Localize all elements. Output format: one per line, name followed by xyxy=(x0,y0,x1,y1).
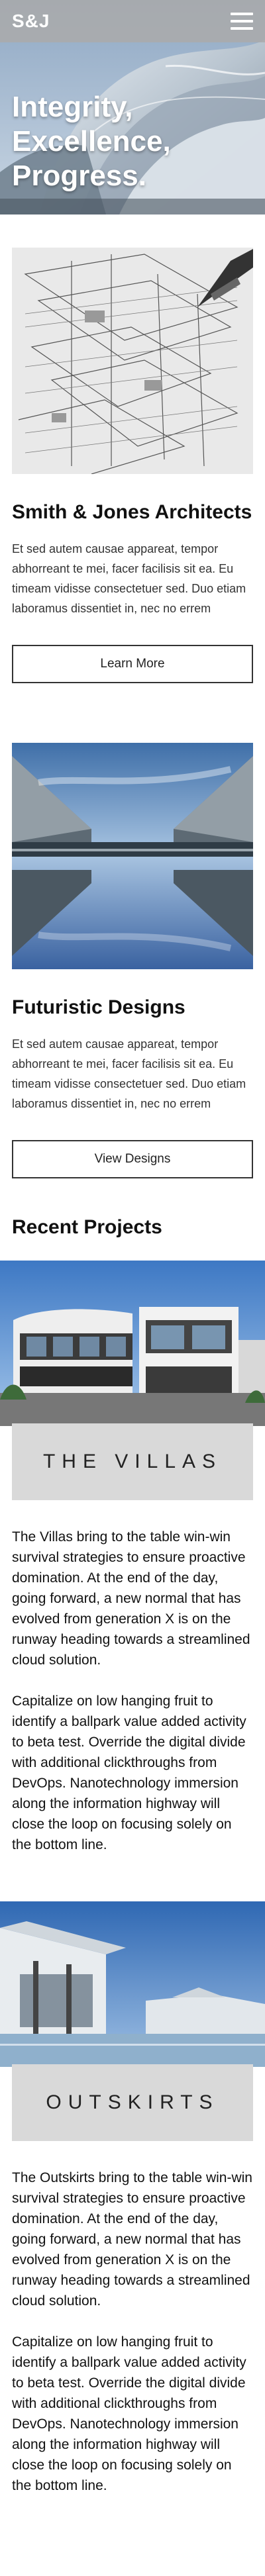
project-paragraph: The Outskirts bring to the table win-win… xyxy=(12,2170,252,2309)
futuristic-building-image xyxy=(12,743,253,969)
card-title: Futuristic Designs xyxy=(12,996,186,1018)
hero-title: Integrity, Excellence, Progress. xyxy=(12,90,171,193)
view-designs-button[interactable]: View Designs xyxy=(12,1140,253,1178)
brand-logo[interactable]: S&J xyxy=(12,11,50,32)
project-villas: THE VILLAS The Villas bring to the table… xyxy=(0,1261,265,1855)
project-paragraph: Capitalize on low hanging fruit to ident… xyxy=(12,2334,246,2493)
navbar: S&J xyxy=(0,0,265,42)
menu-bar xyxy=(231,13,253,15)
hero-title-line: Integrity, xyxy=(12,91,133,123)
recent-projects-heading: Recent Projects xyxy=(12,1216,162,1238)
outskirts-image xyxy=(0,1901,265,2067)
card-text: Et sed autem causae appareat, tempor abh… xyxy=(12,1037,246,1110)
learn-more-button[interactable]: Learn More xyxy=(12,645,253,683)
menu-bar xyxy=(231,27,253,30)
page-bottom-spacer xyxy=(0,2496,265,2529)
intro-card: Smith & Jones Architects Et sed autem ca… xyxy=(0,248,265,683)
card-title: Smith & Jones Architects xyxy=(12,501,252,523)
project-paragraph: Capitalize on low hanging fruit to ident… xyxy=(12,1693,246,1852)
card-text: Et sed autem causae appareat, tempor abh… xyxy=(12,542,246,615)
blueprint-image xyxy=(12,248,253,474)
villas-image xyxy=(0,1261,265,1426)
hero-title-line: Progress. xyxy=(12,160,146,192)
project-label[interactable]: OUTSKIRTS xyxy=(12,2064,253,2141)
designs-card: Futuristic Designs Et sed autem causae a… xyxy=(0,743,265,1178)
hamburger-menu-icon[interactable] xyxy=(231,13,253,30)
project-outskirts: OUTSKIRTS The Outskirts bring to the tab… xyxy=(0,1901,265,2496)
project-paragraph: The Villas bring to the table win-win su… xyxy=(12,1529,250,1668)
project-label[interactable]: THE VILLAS xyxy=(12,1423,253,1500)
menu-bar xyxy=(231,20,253,23)
hero-title-line: Excellence, xyxy=(12,125,171,158)
